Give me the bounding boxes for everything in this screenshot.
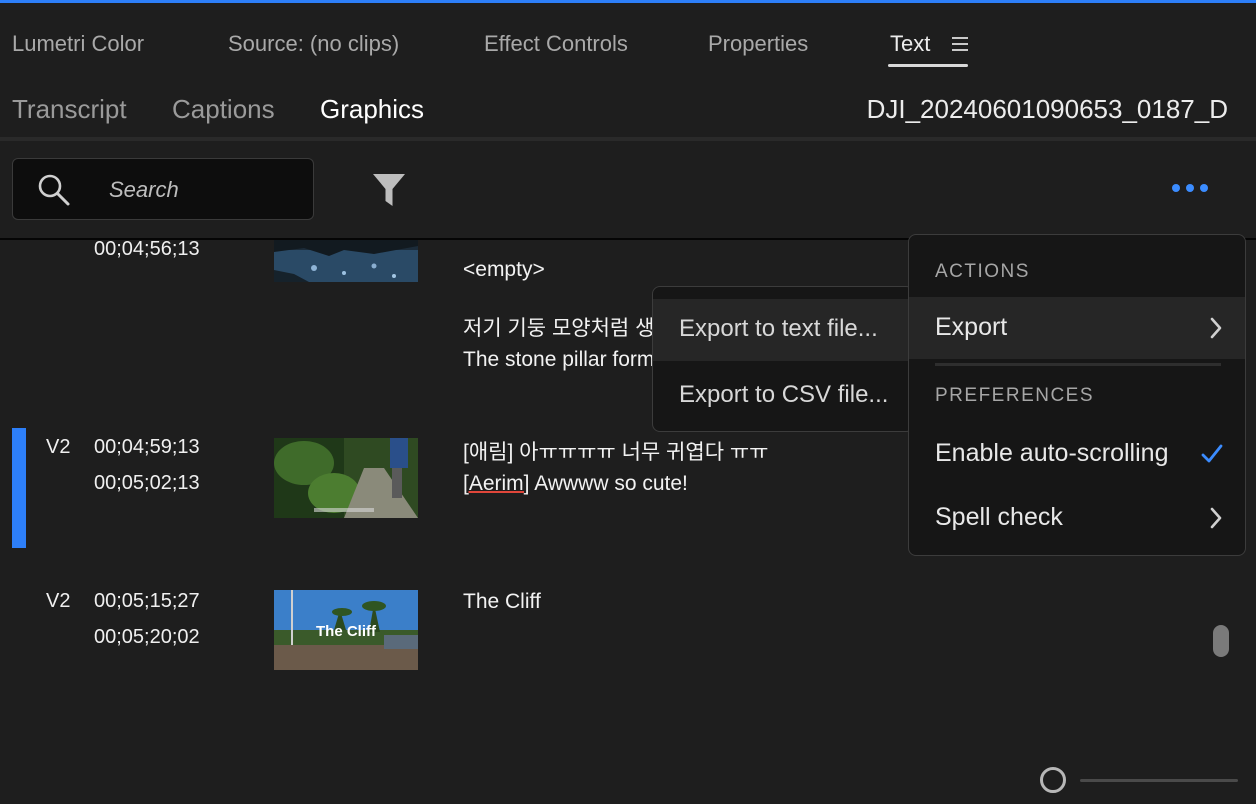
timecode-in: 00;04;59;13 bbox=[94, 436, 200, 458]
caption-text: <empty> bbox=[463, 258, 545, 281]
options-menu: ACTIONS Export PREFERENCES Enable auto-s… bbox=[908, 234, 1246, 556]
panel-tab-bar: Lumetri Color Source: (no clips) Effect … bbox=[0, 3, 1256, 79]
tab-captions[interactable]: Captions bbox=[172, 94, 275, 125]
caption-text-rest: Awwww so cute! bbox=[529, 472, 688, 495]
vertical-scrollbar[interactable] bbox=[1213, 625, 1229, 657]
export-csv-file-item[interactable]: Export to CSV file... bbox=[653, 365, 913, 427]
caption-text-english: [Aerim] Awwww so cute! bbox=[463, 472, 688, 496]
more-options-icon[interactable] bbox=[1172, 181, 1212, 197]
tab-graphics[interactable]: Graphics bbox=[320, 94, 424, 125]
table-row[interactable]: V2 00;05;15;27 00;05;20;02 The Cliff The… bbox=[0, 580, 1256, 680]
search-icon bbox=[38, 174, 70, 206]
tab-properties[interactable]: Properties bbox=[708, 31, 808, 57]
zoom-slider-track[interactable] bbox=[1080, 779, 1238, 782]
sequence-name: DJI_20240601090653_0187_D bbox=[866, 94, 1228, 124]
clip-thumbnail bbox=[274, 438, 418, 518]
chevron-right-icon bbox=[1210, 507, 1222, 529]
search-box[interactable] bbox=[12, 158, 314, 220]
section-actions: ACTIONS bbox=[935, 261, 1030, 282]
panel-menu-icon[interactable] bbox=[952, 37, 968, 51]
track-label: V2 bbox=[46, 590, 71, 612]
section-preferences: PREFERENCES bbox=[935, 385, 1095, 406]
export-text-file-item[interactable]: Export to text file... bbox=[653, 299, 913, 361]
export-submenu: Export to text file... Export to CSV fil… bbox=[652, 286, 914, 432]
caption-text-korean: 저기 기둥 모양처럼 생 bbox=[463, 317, 655, 340]
clip-thumbnail bbox=[274, 240, 418, 282]
active-tab-indicator bbox=[888, 64, 968, 67]
zoom-slider-handle[interactable] bbox=[1040, 767, 1066, 793]
thumbnail-title-overlay: The Cliff bbox=[316, 623, 377, 640]
chevron-right-icon bbox=[1210, 317, 1222, 339]
timecode-in: 00;04;56;13 bbox=[94, 238, 200, 260]
tab-transcript[interactable]: Transcript bbox=[12, 94, 127, 125]
timecode-in: 00;05;15;27 bbox=[94, 590, 200, 612]
export-menu-item[interactable]: Export bbox=[909, 297, 1245, 359]
tab-effect-controls[interactable]: Effect Controls bbox=[484, 31, 628, 57]
auto-scroll-menu-item[interactable]: Enable auto-scrolling bbox=[909, 423, 1245, 485]
clip-thumbnail: The Cliff bbox=[274, 590, 418, 670]
header-divider bbox=[0, 137, 1256, 141]
tab-source[interactable]: Source: (no clips) bbox=[228, 31, 399, 57]
tab-text[interactable]: Text bbox=[890, 31, 930, 57]
timecode-out: 00;05;02;13 bbox=[94, 472, 200, 494]
spell-check-menu-item[interactable]: Spell check bbox=[909, 487, 1245, 549]
caption-text: The Cliff bbox=[463, 590, 541, 613]
caption-text-korean: [애림] 아ㅠㅠㅠㅠ 너무 귀엽다 ㅠㅠ bbox=[463, 441, 769, 464]
track-label: V2 bbox=[46, 436, 71, 458]
checkmark-icon bbox=[1201, 444, 1223, 463]
filter-icon[interactable] bbox=[372, 172, 406, 208]
timecode-out: 00;05;20;02 bbox=[94, 626, 200, 648]
search-input[interactable] bbox=[107, 173, 311, 207]
misspelled-word[interactable]: [Aerim] bbox=[463, 472, 530, 495]
text-sub-tab-bar: Transcript Captions Graphics DJI_2024060… bbox=[0, 80, 1256, 141]
menu-divider bbox=[935, 363, 1221, 366]
caption-text-english: The stone pillar form bbox=[463, 348, 655, 371]
tab-lumetri-color[interactable]: Lumetri Color bbox=[12, 31, 144, 57]
